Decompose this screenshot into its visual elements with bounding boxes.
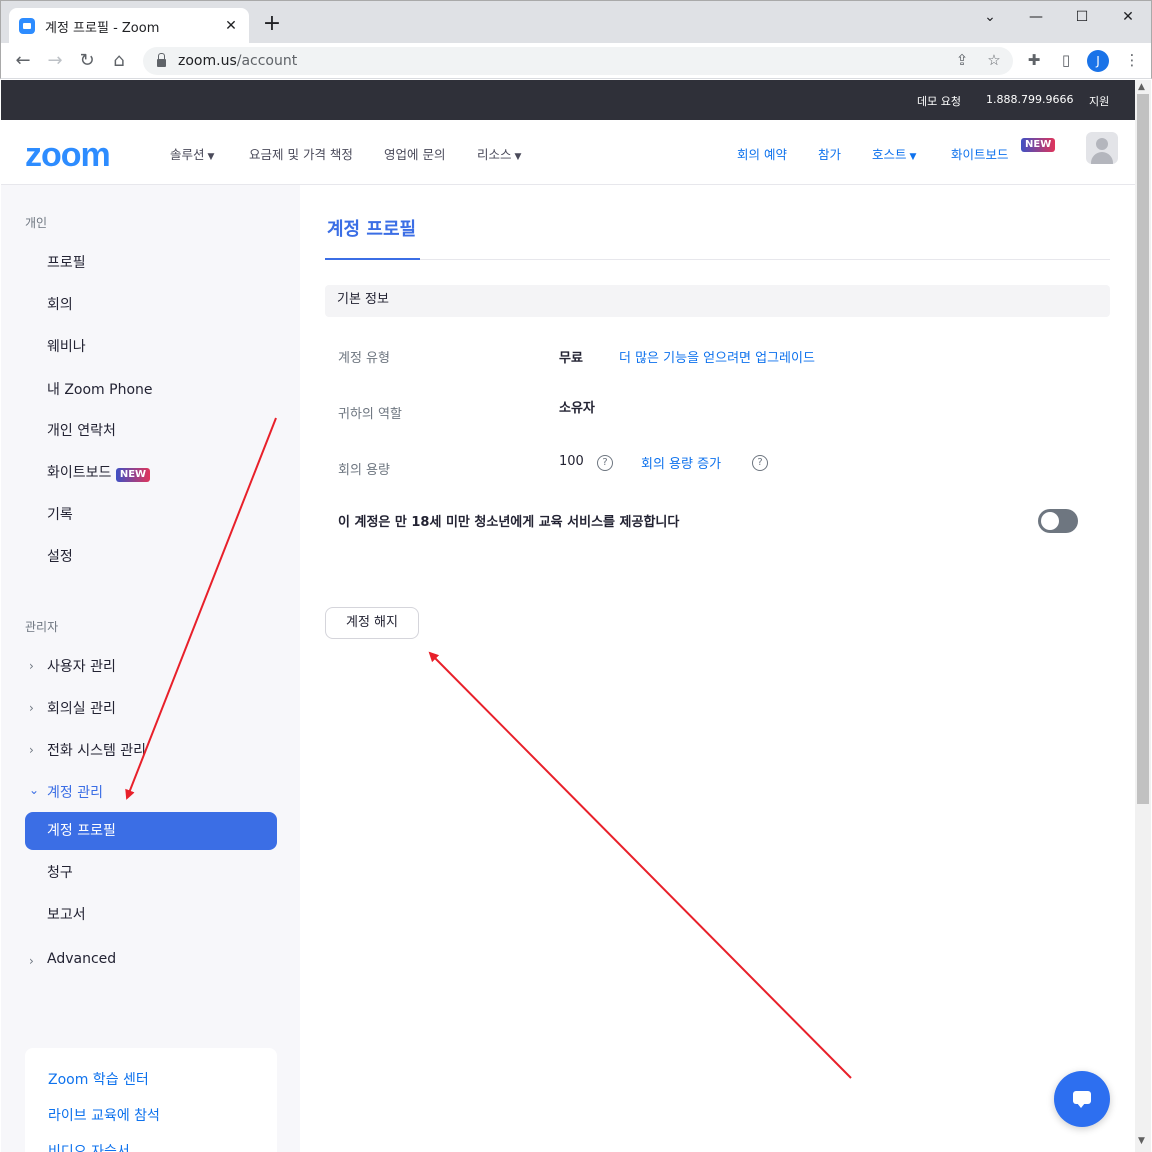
chevron-down-icon: ⌄	[29, 783, 40, 797]
sidebar-section-admin: 관리자	[25, 620, 59, 634]
sidebar-item-account-profile[interactable]: 계정 프로필	[25, 812, 277, 850]
title-divider	[325, 259, 1110, 260]
bookmark-star-icon[interactable]: ☆	[983, 51, 1005, 69]
browser-toolbar: ← → ↻ ⌂ zoom.us/account ⇪ ☆ ✚ ▯ J ⋮	[0, 43, 1152, 79]
upgrade-link[interactable]: 더 많은 기능을 얻으려면 업그레이드	[619, 347, 815, 366]
browser-tab-bar: 계정 프로필 - Zoom ✕ + ⌄ — ☐ ✕	[0, 0, 1152, 44]
chevron-right-icon: ›	[29, 743, 34, 757]
new-badge: NEW	[115, 468, 151, 482]
back-arrow-icon[interactable]: ←	[11, 49, 35, 73]
nav-join[interactable]: 참가	[818, 144, 841, 163]
sidebar-item-recordings[interactable]: 기록	[47, 504, 73, 524]
extensions-puzzle-icon[interactable]: ✚	[1023, 51, 1045, 69]
browser-profile-avatar[interactable]: J	[1087, 50, 1109, 72]
basic-info-header: 기본 정보	[325, 285, 1110, 317]
new-badge: NEW	[1021, 138, 1056, 152]
nav-schedule-meeting[interactable]: 회의 예약	[737, 144, 787, 163]
window-minimize-button[interactable]: —	[1013, 5, 1059, 29]
scroll-up-arrow-icon[interactable]: ▲	[1138, 82, 1145, 92]
video-tutorials-link[interactable]: 비디오 자습서	[48, 1141, 130, 1152]
scrollbar-thumb[interactable]	[1137, 94, 1149, 804]
nav-contact-sales[interactable]: 영업에 문의	[384, 144, 445, 163]
sidebar-item-settings[interactable]: 설정	[47, 546, 73, 566]
chevron-right-icon: ›	[29, 701, 34, 715]
caret-down-icon: ▼	[514, 152, 522, 162]
support-link[interactable]: 지원	[1089, 93, 1109, 109]
request-demo-link[interactable]: 데모 요청	[917, 93, 961, 109]
share-icon[interactable]: ⇪	[951, 51, 973, 69]
lock-icon	[157, 53, 166, 67]
user-avatar[interactable]	[1086, 132, 1118, 164]
side-panel-icon[interactable]: ▯	[1055, 51, 1077, 69]
account-type-value: 무료	[559, 351, 583, 366]
minors-education-toggle[interactable]	[1038, 509, 1078, 533]
sidebar: 개인 프로필 회의 웨비나 내 Zoom Phone 개인 연락처 화이트보드 …	[1, 185, 300, 1152]
main-content: 계정 프로필 기본 정보 계정 유형 무료 더 많은 기능을 얻으려면 업그레이…	[300, 185, 1135, 1152]
page-title: 계정 프로필	[327, 219, 417, 240]
sidebar-item-user-management[interactable]: 사용자 관리	[47, 656, 116, 676]
scroll-down-arrow-icon[interactable]: ▼	[1138, 1136, 1145, 1146]
minors-education-label: 이 계정은 만 18세 미만 청소년에게 교육 서비스를 제공합니다	[338, 515, 680, 530]
window-maximize-button[interactable]: ☐	[1059, 5, 1105, 29]
nav-resources[interactable]: 리소스 ▼	[477, 144, 521, 163]
browser-tab[interactable]: 계정 프로필 - Zoom ✕	[9, 8, 249, 44]
title-underline	[325, 258, 420, 260]
chevron-right-icon: ›	[29, 659, 34, 673]
nav-host[interactable]: 호스트 ▼	[872, 144, 916, 163]
nav-whiteboard[interactable]: 화이트보드	[951, 144, 1009, 163]
url-text: zoom.us/account	[178, 53, 298, 69]
caret-down-icon: ▼	[207, 152, 215, 162]
phone-number-link[interactable]: 1.888.799.9666	[986, 93, 1073, 106]
sidebar-item-webinars[interactable]: 웨비나	[47, 336, 86, 356]
chevron-right-icon: ›	[29, 954, 34, 968]
capacity-label: 회의 용량	[338, 463, 390, 478]
zoom-logo[interactable]: zoom	[25, 136, 111, 175]
address-bar[interactable]: zoom.us/account ⇪ ☆	[143, 47, 1013, 75]
nav-solutions[interactable]: 솔루션 ▼	[170, 144, 214, 163]
tab-title: 계정 프로필 - Zoom	[45, 20, 160, 36]
capacity-value: 100	[559, 454, 584, 469]
window-close-button[interactable]: ✕	[1105, 5, 1151, 29]
sidebar-item-room-management[interactable]: 회의실 관리	[47, 698, 116, 718]
sidebar-item-billing[interactable]: 청구	[47, 862, 73, 882]
learning-links-box: Zoom 학습 센터 라이브 교육에 참석 비디오 자습서	[25, 1048, 277, 1152]
sidebar-item-meetings[interactable]: 회의	[47, 294, 73, 314]
sidebar-item-whiteboard[interactable]: 화이트보드 NEW	[47, 462, 151, 482]
terminate-account-button[interactable]: 계정 해지	[325, 607, 419, 639]
sidebar-item-phone-system[interactable]: 전화 시스템 관리	[47, 740, 146, 760]
nav-pricing[interactable]: 요금제 및 가격 책정	[249, 144, 353, 163]
learning-center-link[interactable]: Zoom 학습 센터	[48, 1069, 149, 1089]
role-value: 소유자	[559, 401, 595, 416]
reload-icon[interactable]: ↻	[75, 49, 99, 73]
sidebar-item-profile[interactable]: 프로필	[47, 252, 86, 272]
zoom-main-nav: zoom 솔루션 ▼ 요금제 및 가격 책정 영업에 문의 리소스 ▼ 회의 예약 …	[1, 120, 1135, 185]
role-label: 귀하의 역할	[338, 407, 402, 422]
forward-arrow-icon[interactable]: →	[43, 49, 67, 73]
sidebar-item-zoom-phone[interactable]: 내 Zoom Phone	[47, 379, 153, 399]
sidebar-section-personal: 개인	[25, 216, 48, 230]
chat-support-button[interactable]	[1054, 1071, 1110, 1127]
sidebar-item-contacts[interactable]: 개인 연락처	[47, 420, 116, 440]
window-dropdown-icon[interactable]: ⌄	[967, 5, 1013, 29]
home-icon[interactable]: ⌂	[107, 49, 131, 73]
tab-close-icon[interactable]: ✕	[223, 18, 239, 34]
zoom-favicon-icon	[19, 18, 35, 34]
sidebar-item-advanced[interactable]: Advanced	[47, 951, 116, 967]
account-type-label: 계정 유형	[338, 351, 390, 366]
new-tab-button[interactable]: +	[259, 11, 285, 36]
live-training-link[interactable]: 라이브 교육에 참석	[48, 1105, 160, 1125]
caret-down-icon: ▼	[909, 152, 917, 162]
sidebar-item-account-management[interactable]: 계정 관리	[47, 782, 103, 802]
browser-menu-icon[interactable]: ⋮	[1121, 51, 1143, 69]
sidebar-item-reports[interactable]: 보고서	[47, 904, 86, 924]
increase-capacity-link[interactable]: 회의 용량 증가	[641, 453, 721, 472]
help-question-icon[interactable]: ?	[752, 455, 768, 471]
page-scrollbar[interactable]: ▲ ▼	[1135, 80, 1151, 1152]
zoom-top-strip: 데모 요청 1.888.799.9666 지원	[1, 80, 1135, 120]
help-question-icon[interactable]: ?	[597, 455, 613, 471]
